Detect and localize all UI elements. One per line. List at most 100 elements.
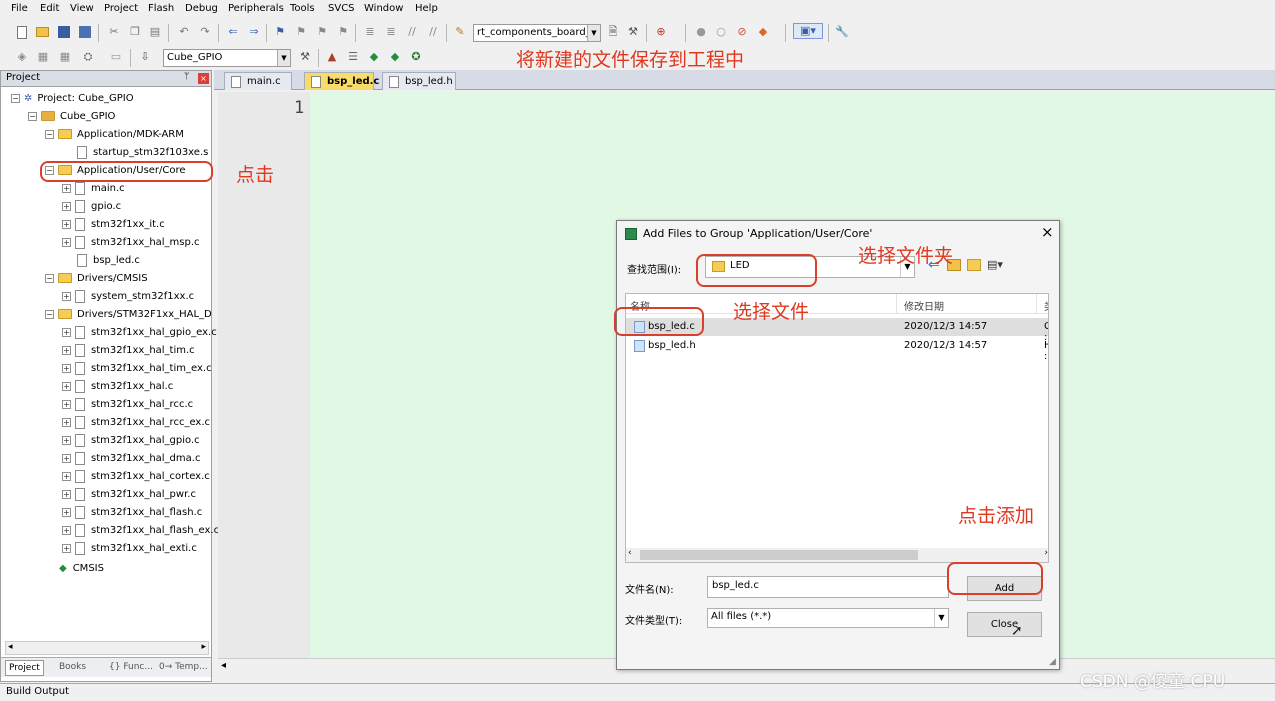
tree-item-file[interactable]: + stm32f1xx_hal_tim.c [62,342,195,359]
scroll-right-icon[interactable]: ▸ [201,642,206,652]
tree-item-group[interactable]: − Drivers/CMSIS [45,270,148,287]
tree-item-file[interactable]: + stm32f1xx_hal_rcc_ex.c [62,414,210,431]
stop-build-icon[interactable]: ▭ [108,49,124,65]
filetype-select[interactable]: All files (*.*) ▼ [707,608,949,628]
tree-item-file[interactable]: + stm32f1xx_hal_tim_ex.c [62,360,212,377]
close-button[interactable]: Close [967,612,1042,637]
find-icon[interactable]: 🗎 [605,24,621,40]
next-bookmark-icon[interactable]: ⚑ [314,24,330,40]
tree-item-file[interactable]: + stm32f1xx_hal_cortex.c [62,468,210,485]
expand-icon[interactable]: + [62,525,71,535]
tab-functions[interactable]: {} Func... [109,662,153,672]
select-software-packs-icon[interactable]: ✪ [408,49,424,65]
tree-item-file[interactable]: startup_stm32f103xe.s [77,144,208,161]
configure-icon[interactable]: 🔧 [834,24,850,40]
run-time-env-icon[interactable]: ◆ [387,49,403,65]
tree-item-file[interactable]: + stm32f1xx_hal.c [62,378,173,395]
tree-item-file[interactable]: + stm32f1xx_hal_exti.c [62,540,197,557]
undo-icon[interactable]: ↶ [176,24,192,40]
expand-icon[interactable]: + [62,201,71,211]
breakpoint-icon[interactable]: ● [693,24,709,40]
nav-forward-icon[interactable]: ⇒ [246,24,262,40]
pack-installer-icon[interactable]: ◆ [366,49,382,65]
file-row[interactable]: bsp_led.h 2020/12/3 14:57 H : [626,337,1048,362]
extras-icon[interactable]: ◆ [755,24,771,40]
bookmark-icon[interactable]: ⚑ [272,24,288,40]
open-folder-icon[interactable] [34,24,50,40]
menu-svcs[interactable]: SVCS [328,3,355,14]
tab-books[interactable]: Books [59,662,86,672]
tree-item-file[interactable]: + stm32f1xx_hal_flash_ex.c [62,522,219,539]
prev-bookmark-icon[interactable]: ⚑ [293,24,309,40]
rebuild-icon[interactable]: ▦ [57,49,73,65]
new-folder-icon[interactable] [967,259,981,271]
clear-bookmarks-icon[interactable]: ⚑ [335,24,351,40]
cut-icon[interactable]: ✂ [106,24,122,40]
new-file-icon[interactable] [14,24,30,40]
scroll-thumb[interactable] [640,550,918,560]
expand-icon[interactable]: + [62,507,71,517]
expand-icon[interactable]: + [62,363,71,373]
pin-icon[interactable]: ᛘ [184,72,189,82]
scroll-right-icon[interactable]: › [1044,548,1048,558]
expand-icon[interactable]: + [62,219,71,229]
menu-peripherals[interactable]: Peripherals [228,3,284,14]
tree-item-file[interactable]: + stm32f1xx_hal_gpio.c [62,432,200,449]
expand-icon[interactable]: + [62,327,71,337]
expand-icon[interactable]: + [62,183,71,193]
download-icon[interactable]: ⇩ [137,49,153,65]
expand-icon[interactable]: + [62,435,71,445]
find-combo[interactable]: rt_components_board_in ▼ [473,24,601,42]
dialog-close-icon[interactable]: × [1041,223,1054,241]
collapse-icon[interactable]: − [45,129,54,139]
window-layout-icon[interactable]: ▣▾ [793,23,823,39]
tree-item-file[interactable]: + stm32f1xx_hal_msp.c [62,234,200,251]
menu-flash[interactable]: Flash [148,3,174,14]
filename-input[interactable]: bsp_led.c [707,576,949,598]
view-menu-icon[interactable]: ▤▾ [987,258,1003,271]
translate-icon[interactable]: ◈ [14,49,30,65]
file-list-hscrollbar[interactable]: ‹ › [626,548,1048,562]
tree-item-group[interactable]: − Application/MDK-ARM [45,126,184,143]
tree-item-project-root[interactable]: − ✲ Project: Cube_GPIO [11,90,134,107]
scroll-left-icon[interactable]: ◂ [221,660,226,671]
tree-item-file[interactable]: + main.c [62,180,125,197]
tree-item-file[interactable]: + stm32f1xx_it.c [62,216,165,233]
kill-breakpoints-icon[interactable]: ⊘ [734,24,750,40]
target-options-icon[interactable]: ⚒ [297,49,313,65]
col-date[interactable]: 修改日期 [904,298,944,313]
menu-window[interactable]: Window [364,3,403,14]
tree-item-file[interactable]: + stm32f1xx_hal_flash.c [62,504,202,521]
file-extensions-icon[interactable]: ☰ [345,49,361,65]
collapse-icon[interactable]: − [28,111,37,121]
save-all-icon[interactable] [77,24,93,40]
expand-icon[interactable]: + [62,453,71,463]
menu-help[interactable]: Help [415,3,438,14]
comment-icon[interactable]: // [404,24,420,40]
tab-main-c[interactable]: main.c [224,72,292,90]
scroll-left-icon[interactable]: ◂ [8,642,13,652]
find-in-files-icon[interactable]: ✎ [452,24,468,40]
expand-icon[interactable]: + [62,489,71,499]
tree-item-cmsis[interactable]: ◆ CMSIS [59,560,104,577]
expand-icon[interactable]: + [62,345,71,355]
menu-file[interactable]: File [11,3,28,14]
close-icon[interactable]: × [198,73,209,84]
batch-build-icon[interactable]: ⛭ [80,49,96,65]
disable-breakpoint-icon[interactable]: ○ [713,24,729,40]
collapse-icon[interactable]: − [11,93,20,103]
collapse-icon[interactable]: − [45,273,54,283]
expand-icon[interactable]: + [62,291,71,301]
menu-edit[interactable]: Edit [40,3,59,14]
tree-item-target[interactable]: − Cube_GPIO [28,108,115,125]
tree-item-file[interactable]: + system_stm32f1xx.c [62,288,194,305]
resize-grip-icon[interactable]: ◢ [1049,657,1056,667]
target-combo[interactable]: Cube_GPIO ▼ [163,49,291,67]
build-icon[interactable]: ▦ [35,49,51,65]
collapse-icon[interactable]: − [45,309,54,319]
manage-components-icon[interactable]: ▲ [324,49,340,65]
tree-item-group[interactable]: − Drivers/STM32F1xx_HAL_Driv [45,306,211,323]
tab-templates[interactable]: 0→ Temp... [159,662,208,672]
debug-session-icon[interactable]: ⊕ [653,24,669,40]
expand-icon[interactable]: + [62,471,71,481]
